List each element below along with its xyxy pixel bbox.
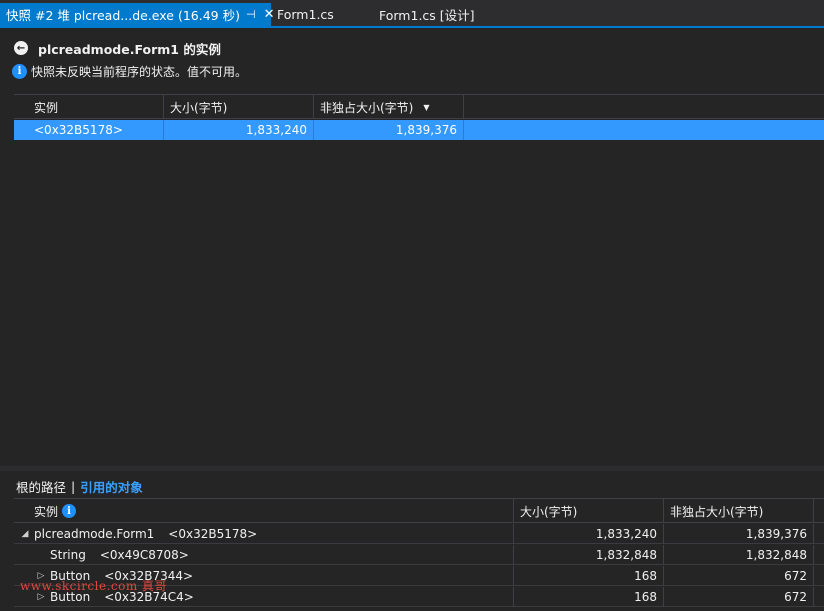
address: <0x49C8708>: [99, 548, 189, 562]
col-instance-label: 实例: [34, 100, 59, 115]
cell-size: 168: [514, 587, 664, 607]
expander-collapse-icon[interactable]: ◢: [20, 529, 30, 539]
cell-instance: <0x32B5178>: [14, 120, 164, 140]
cell-instance: String <0x49C8708>: [14, 545, 514, 565]
col-instance[interactable]: 实例: [14, 95, 164, 119]
table-row[interactable]: <0x32B5178> 1,833,240 1,839,376: [14, 120, 824, 140]
pin-icon[interactable]: ⊣: [246, 8, 256, 21]
cell-inclusive-size: 672: [664, 566, 814, 586]
sort-descending-icon: ▼: [423, 102, 430, 112]
tab-accent-line: [0, 26, 824, 28]
cell-size: 1,832,848: [514, 545, 664, 565]
instances-grid: 实例 大小(字节) 非独占大小(字节) ▼ <0x32B5178> 1,833,…: [14, 94, 824, 464]
cell-size: 1,833,240: [514, 524, 664, 544]
col-inclusive-size-label: 非独占大小(字节): [670, 504, 764, 519]
references-grid: 实例 i 大小(字节) 非独占大小(字节) ◢ plcreadmode.Form…: [14, 498, 824, 611]
page-title-bar: ← plcreadmode.Form1 的实例: [14, 40, 221, 57]
cell-inclusive-size: 672: [664, 587, 814, 607]
col-inclusive-size[interactable]: 非独占大小(字节): [664, 499, 814, 523]
cell-inclusive-size: 1,839,376: [314, 120, 464, 140]
page-title: plcreadmode.Form1 的实例: [38, 41, 221, 57]
col-size[interactable]: 大小(字节): [164, 95, 314, 119]
info-icon: i: [12, 63, 27, 79]
col-size[interactable]: 大小(字节): [514, 499, 664, 523]
back-circle-icon[interactable]: ←: [14, 41, 28, 55]
cell-inclusive-size: 1,839,376: [664, 524, 814, 544]
col-instance[interactable]: 实例 i: [14, 499, 514, 523]
col-size-label: 大小(字节): [520, 504, 578, 519]
lower-pane-tabs: 根的路径 | 引用的对象: [16, 477, 143, 496]
cell-size: 1,833,240: [164, 120, 314, 140]
cell-inclusive-size: 1,832,848: [664, 545, 814, 565]
table-row[interactable]: ◢ plcreadmode.Form1 <0x32B5178> 1,833,24…: [14, 524, 824, 544]
watermark: www.skcircle.com 真哥: [20, 579, 168, 593]
info-icon[interactable]: i: [62, 504, 77, 518]
tab-form1-design-label: Form1.cs [设计]: [379, 8, 475, 23]
tab-form1-design[interactable]: Form1.cs [设计]: [373, 3, 513, 26]
cell-size: 168: [514, 566, 664, 586]
tab-form1-cs-label: Form1.cs: [277, 7, 334, 22]
type-name: String: [50, 548, 86, 562]
col-instance-label: 实例: [34, 504, 59, 519]
table-row[interactable]: String <0x49C8708> 1,832,848 1,832,848: [14, 545, 824, 565]
info-message: 快照未反映当前程序的状态。值不可用。: [31, 64, 248, 79]
references-grid-header: 实例 i 大小(字节) 非独占大小(字节): [14, 499, 824, 523]
tab-separator: |: [71, 478, 76, 494]
tab-form1-cs[interactable]: Form1.cs: [271, 3, 371, 26]
col-inclusive-size[interactable]: 非独占大小(字节) ▼: [314, 95, 464, 119]
pane-splitter[interactable]: [0, 466, 824, 471]
tab-snapshot-label: 快照 #2 堆 plcread...de.exe (16.49 秒): [6, 8, 240, 23]
document-tab-strip: 快照 #2 堆 plcread...de.exe (16.49 秒) ⊣ ✕ F…: [0, 0, 824, 28]
instances-grid-header: 实例 大小(字节) 非独占大小(字节) ▼: [14, 95, 824, 119]
tab-referenced-objects[interactable]: 引用的对象: [80, 477, 143, 496]
type-name: plcreadmode.Form1: [34, 527, 155, 541]
address: <0x32B5178>: [168, 527, 258, 541]
tab-paths-to-root[interactable]: 根的路径: [16, 477, 66, 496]
col-size-label: 大小(字节): [170, 100, 228, 115]
col-inclusive-size-label: 非独占大小(字节): [320, 100, 414, 115]
cell-instance: ◢ plcreadmode.Form1 <0x32B5178>: [14, 524, 514, 544]
info-bar: i 快照未反映当前程序的状态。值不可用。: [12, 63, 247, 79]
tab-snapshot[interactable]: 快照 #2 堆 plcread...de.exe (16.49 秒) ⊣ ✕: [0, 3, 274, 26]
